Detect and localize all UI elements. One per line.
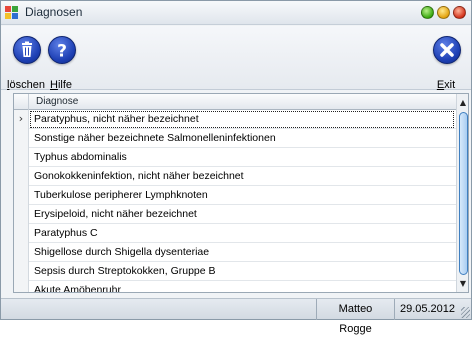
column-header-diagnose[interactable]: Diagnose bbox=[36, 96, 78, 107]
diagnosis-grid[interactable]: Diagnose › Paratyphus, nicht näher bezeic… bbox=[13, 93, 469, 293]
resize-grip-icon[interactable] bbox=[461, 307, 470, 318]
table-row[interactable]: › Paratyphus, nicht näher bezeichnet bbox=[14, 110, 456, 129]
minimize-button[interactable] bbox=[437, 6, 450, 19]
grid-rows: › Paratyphus, nicht näher bezeichnet Sonst… bbox=[14, 110, 456, 292]
scroll-up-arrow-icon[interactable]: ▲ bbox=[457, 96, 468, 109]
diagnosis-cell[interactable]: Sonstige näher bezeichnete Salmonellenin… bbox=[34, 132, 276, 144]
app-icon bbox=[5, 6, 19, 20]
close-window-button[interactable] bbox=[453, 6, 466, 19]
toolbar: löschen ? Hilfe Exit bbox=[1, 26, 471, 91]
table-row[interactable]: Gonokokkeninfektion, nicht näher bezeich… bbox=[14, 167, 456, 186]
row-header-cell[interactable] bbox=[14, 167, 29, 186]
row-header-cell[interactable] bbox=[14, 262, 29, 281]
diagnosis-cell[interactable]: Tuberkulose peripherer Lymphknoten bbox=[34, 189, 208, 201]
row-header-corner bbox=[14, 94, 29, 110]
status-user: Matteo Rogge bbox=[316, 299, 394, 335]
status-date: 29.05.2012 bbox=[394, 299, 460, 320]
exit-button[interactable]: Exit bbox=[424, 30, 468, 91]
status-bar: Matteo Rogge 29.05.2012 bbox=[1, 298, 471, 335]
scroll-thumb[interactable] bbox=[459, 112, 468, 275]
row-header-cell[interactable] bbox=[14, 243, 29, 262]
question-icon: ? bbox=[48, 36, 76, 64]
table-row[interactable]: Akute Amöbenruhr bbox=[14, 281, 456, 292]
table-row[interactable]: Paratyphus C bbox=[14, 224, 456, 243]
table-row[interactable]: Erysipeloid, nicht näher bezeichnet bbox=[14, 205, 456, 224]
diagnosis-cell[interactable]: Typhus abdominalis bbox=[34, 151, 127, 163]
svg-text:?: ? bbox=[57, 42, 67, 62]
diagnosis-cell[interactable]: Gonokokkeninfektion, nicht näher bezeich… bbox=[34, 170, 244, 182]
scroll-down-arrow-icon[interactable]: ▼ bbox=[457, 277, 468, 290]
trash-icon bbox=[13, 36, 41, 64]
row-header-cell[interactable] bbox=[14, 186, 29, 205]
diagnosis-cell[interactable]: Erysipeloid, nicht näher bezeichnet bbox=[34, 208, 197, 220]
table-row[interactable]: Tuberkulose peripherer Lymphknoten bbox=[14, 186, 456, 205]
vertical-scrollbar[interactable]: ▲ ▼ bbox=[456, 94, 468, 292]
help-label: Hilfe bbox=[49, 79, 72, 91]
help-button[interactable]: ? Hilfe bbox=[39, 30, 83, 91]
current-row-arrow-icon[interactable]: › bbox=[14, 110, 29, 129]
row-header-cell[interactable] bbox=[14, 205, 29, 224]
diagnosis-cell[interactable]: Shigellose durch Shigella dysenteriae bbox=[34, 246, 209, 258]
close-icon bbox=[433, 36, 461, 64]
diagnosis-cell[interactable]: Paratyphus C bbox=[34, 227, 98, 239]
diagnosis-cell[interactable]: Sepsis durch Streptokokken, Gruppe B bbox=[34, 265, 216, 277]
maximize-button[interactable] bbox=[421, 6, 434, 19]
title-bar[interactable]: Diagnosen bbox=[1, 1, 471, 25]
table-row[interactable]: Shigellose durch Shigella dysenteriae bbox=[14, 243, 456, 262]
diagnosis-cell[interactable]: Paratyphus, nicht näher bezeichnet bbox=[34, 113, 199, 125]
window-title: Diagnosen bbox=[25, 5, 83, 19]
exit-label: Exit bbox=[436, 79, 456, 91]
grid-header: Diagnose bbox=[14, 94, 456, 110]
row-header-cell[interactable] bbox=[14, 281, 29, 292]
row-header-cell[interactable] bbox=[14, 148, 29, 167]
diagnosen-window: Diagnosen löschen ? Hilfe Exit Diagnose … bbox=[0, 0, 472, 335]
table-row[interactable]: Typhus abdominalis bbox=[14, 148, 456, 167]
row-header-cell[interactable] bbox=[14, 129, 29, 148]
table-row[interactable]: Sepsis durch Streptokokken, Gruppe B bbox=[14, 262, 456, 281]
table-row[interactable]: Sonstige näher bezeichnete Salmonellenin… bbox=[14, 129, 456, 148]
diagnosis-cell[interactable]: Akute Amöbenruhr bbox=[34, 284, 121, 292]
row-header-cell[interactable] bbox=[14, 224, 29, 243]
